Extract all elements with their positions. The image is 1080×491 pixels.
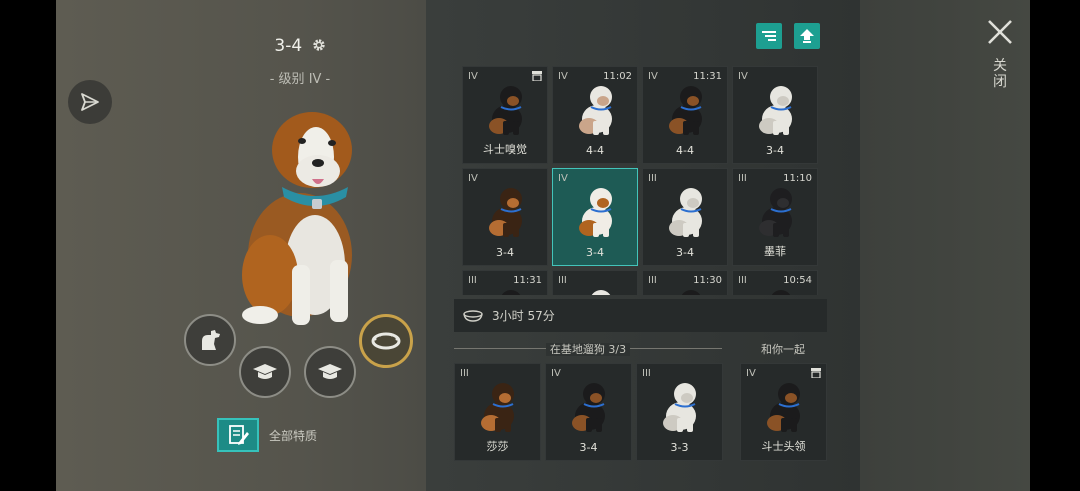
dog-thumbnail — [767, 383, 800, 432]
game-screen: 3-4 - 级别 IV - 全部特质 IV 斗士嗅觉 IV 11:02 4-4 … — [0, 0, 1080, 491]
dog-card[interactable]: III 10:54 — [732, 270, 818, 295]
dog-card[interactable]: IV 斗士嗅觉 — [462, 66, 548, 164]
house-icon — [532, 71, 542, 81]
walking-label: 在基地遛狗 3/3 — [545, 343, 631, 356]
dog-card[interactable]: IV 3-4 — [552, 168, 638, 266]
dog-level-badge: IV — [468, 173, 478, 184]
dog-name-label: 3-4 — [579, 441, 598, 454]
dog-card[interactable]: IV 11:02 4-4 — [552, 66, 638, 164]
dog-level-badge: III — [460, 368, 469, 379]
share-icon — [81, 93, 99, 111]
dog-level-badge: IV — [551, 368, 561, 379]
dog-pose-button[interactable] — [184, 314, 236, 366]
with-you-label: 和你一起 — [761, 343, 805, 356]
dog-thumbnail — [579, 86, 612, 135]
dog-title: 3-4 — [240, 36, 360, 56]
dog-card[interactable]: III 11:10 墨菲 — [732, 168, 818, 266]
dog-card[interactable]: III 11:31 — [462, 270, 548, 295]
dog-thumbnail — [759, 188, 792, 237]
dog-level-badge: IV — [648, 71, 658, 82]
dog-thumbnail — [489, 86, 522, 135]
dog-name-label: 3-4 — [496, 246, 514, 259]
gear-icon[interactable] — [312, 38, 326, 52]
dog-level-badge: IV — [468, 71, 478, 82]
dog-level-badge: III — [468, 275, 477, 286]
dog-thumbnail — [669, 188, 702, 237]
walk-timer: 3小时 57分 — [454, 299, 827, 332]
dog-card[interactable]: III 3-4 — [642, 168, 728, 266]
dog-name-label: 3-4 — [586, 246, 604, 259]
graduation-cap-icon — [318, 364, 342, 379]
dog-thumbnail — [771, 290, 791, 295]
with-you-row: IV 斗士头领 — [740, 363, 827, 461]
dog-card[interactable]: III 3-3 — [636, 363, 723, 461]
dog-grid: IV 斗士嗅觉 IV 11:02 4-4 IV 11:31 4-4 IV 3-4… — [462, 66, 820, 295]
dog-thumbnail — [501, 290, 521, 295]
dog-level-badge: IV — [738, 71, 748, 82]
dog-name-label: 3-3 — [670, 441, 689, 454]
collar-icon — [371, 332, 401, 350]
dog-level-badge: III — [558, 275, 567, 286]
dog-name-label: 3-4 — [766, 144, 784, 157]
grid-toolbar — [756, 23, 820, 49]
dog-name-label: 斗士头领 — [761, 440, 806, 453]
dog-name-label: 4-4 — [586, 144, 604, 157]
dog-thumbnail — [669, 86, 702, 135]
sit-dog-icon — [202, 330, 220, 350]
dog-level: - 级别 IV - — [269, 72, 331, 87]
saint-bernard-portrait — [242, 112, 352, 325]
dog-thumbnail — [759, 86, 792, 135]
arrow-up-icon — [800, 29, 814, 43]
close-icon[interactable] — [986, 18, 1014, 46]
dog-card[interactable]: III 11:30 — [642, 270, 728, 295]
sort-button[interactable] — [756, 23, 782, 49]
dog-thumbnail — [681, 290, 701, 295]
dog-card[interactable]: IV 11:31 4-4 — [642, 66, 728, 164]
training-button-1[interactable] — [239, 346, 291, 398]
dog-name-label: 斗士嗅觉 — [483, 143, 527, 156]
dog-card[interactable]: III 莎莎 — [454, 363, 541, 461]
dog-card[interactable]: IV 3-4 — [545, 363, 632, 461]
dog-thumbnail — [663, 383, 696, 432]
collar-button[interactable] — [359, 314, 413, 368]
dog-level-badge: IV — [746, 368, 756, 379]
food-bowl-icon — [463, 309, 483, 322]
dog-level-badge: III — [648, 173, 657, 184]
dog-thumbnail — [572, 383, 605, 432]
notes-icon — [229, 425, 249, 445]
dog-level-badge: III — [642, 368, 651, 379]
dog-name-label: 莎莎 — [486, 440, 509, 453]
dog-name: 3-4 — [274, 36, 303, 56]
dog-name-label: 4-4 — [676, 144, 694, 157]
dog-card[interactable]: IV 斗士头领 — [740, 363, 827, 461]
dog-level-badge: III — [738, 275, 747, 286]
walking-header: 在基地遛狗 3/3 — [454, 340, 722, 356]
graduation-cap-icon — [253, 364, 277, 379]
all-traits-button[interactable]: 全部特质 — [217, 418, 317, 452]
upgrade-button[interactable] — [794, 23, 820, 49]
sort-list-icon — [762, 31, 776, 41]
dog-name-label: 墨菲 — [764, 245, 786, 258]
share-button[interactable] — [68, 80, 112, 124]
all-traits-label: 全部特质 — [269, 428, 318, 443]
dog-level-badge: III — [738, 173, 747, 184]
dog-level-badge: IV — [558, 71, 568, 82]
training-button-2[interactable] — [304, 346, 356, 398]
dog-thumbnail — [489, 188, 522, 237]
house-icon — [811, 368, 821, 378]
dog-thumbnail — [591, 290, 611, 295]
dog-card[interactable]: III — [552, 270, 638, 295]
timer-text: 3小时 57分 — [492, 309, 555, 323]
dog-level-badge: IV — [558, 173, 568, 184]
dog-level-badge: III — [648, 275, 657, 286]
dog-name-label: 3-4 — [676, 246, 694, 259]
dog-card[interactable]: IV 3-4 — [732, 66, 818, 164]
dog-card[interactable]: IV 3-4 — [462, 168, 548, 266]
dog-thumbnail — [481, 383, 514, 432]
walking-dogs-row: III 莎莎 IV 3-4 III 3-3 — [454, 363, 723, 461]
close-label[interactable]: 关闭 — [988, 58, 1012, 90]
dog-thumbnail — [579, 188, 612, 237]
traits-box[interactable] — [217, 418, 259, 452]
